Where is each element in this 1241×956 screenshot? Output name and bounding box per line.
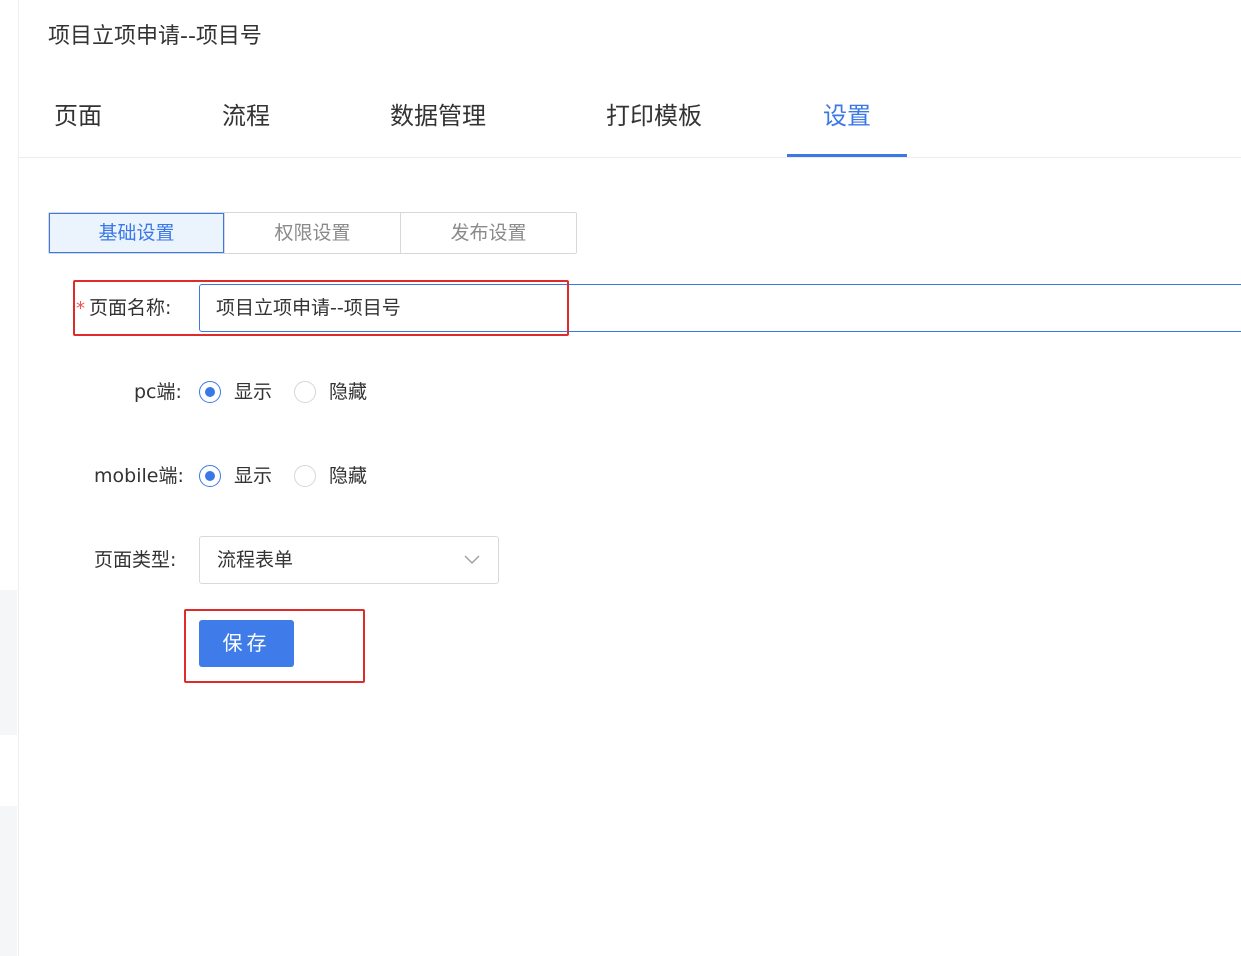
page-name-label-text: 页面名称: bbox=[89, 297, 172, 319]
radio-unchecked-icon bbox=[294, 465, 317, 487]
page-name-input[interactable]: 项目立项申请--项目号 bbox=[199, 284, 1241, 332]
tab-settings[interactable]: 设置 bbox=[823, 98, 871, 134]
tab-print-template[interactable]: 打印模板 bbox=[606, 98, 702, 134]
mobile-radio-hide-label: 隐藏 bbox=[329, 465, 368, 487]
pc-label: pc端: bbox=[134, 381, 182, 403]
sidebar-shade bbox=[0, 806, 17, 956]
app-window: 项目立项申请--项目号 页面 流程 数据管理 打印模板 设置 基础设置 权限设置… bbox=[0, 0, 1241, 956]
tab-data-management[interactable]: 数据管理 bbox=[390, 98, 486, 134]
subtab-publish-settings[interactable]: 发布设置 bbox=[400, 213, 576, 253]
radio-checked-icon bbox=[199, 381, 221, 403]
mobile-label: mobile端: bbox=[94, 465, 184, 487]
page-name-label: * 页面名称: bbox=[76, 293, 171, 324]
sidebar-shade bbox=[0, 590, 17, 735]
settings-subtabs: 基础设置 权限设置 发布设置 bbox=[48, 212, 577, 254]
page-type-select[interactable]: 流程表单 bbox=[199, 536, 499, 584]
pc-radio-group: 显示 隐藏 bbox=[199, 377, 389, 407]
mobile-radio-group: 显示 隐藏 bbox=[199, 461, 389, 491]
pc-radio-hide[interactable]: 隐藏 bbox=[294, 377, 367, 407]
tab-page[interactable]: 页面 bbox=[54, 98, 102, 134]
page-type-label: 页面类型: bbox=[94, 549, 177, 571]
pc-radio-show[interactable]: 显示 bbox=[199, 377, 272, 407]
required-mark: * bbox=[76, 298, 85, 319]
radio-unchecked-icon bbox=[294, 381, 317, 403]
page-title: 项目立项申请--项目号 bbox=[48, 24, 262, 49]
main-tab-bar: 页面 流程 数据管理 打印模板 设置 bbox=[19, 88, 1241, 158]
subtab-basic-settings[interactable]: 基础设置 bbox=[49, 213, 224, 253]
mobile-radio-show[interactable]: 显示 bbox=[199, 461, 272, 491]
sidebar-edge bbox=[0, 0, 19, 956]
mobile-radio-hide[interactable]: 隐藏 bbox=[294, 461, 367, 491]
subtab-permission-settings[interactable]: 权限设置 bbox=[224, 213, 400, 253]
page-type-value: 流程表单 bbox=[217, 549, 294, 571]
active-tab-indicator bbox=[787, 154, 907, 157]
mobile-radio-show-label: 显示 bbox=[234, 465, 273, 487]
chevron-down-icon bbox=[464, 555, 480, 564]
pc-radio-hide-label: 隐藏 bbox=[329, 381, 368, 403]
save-button[interactable]: 保存 bbox=[199, 620, 294, 667]
pc-radio-show-label: 显示 bbox=[234, 381, 273, 403]
radio-checked-icon bbox=[199, 465, 221, 487]
tab-flow[interactable]: 流程 bbox=[222, 98, 270, 134]
